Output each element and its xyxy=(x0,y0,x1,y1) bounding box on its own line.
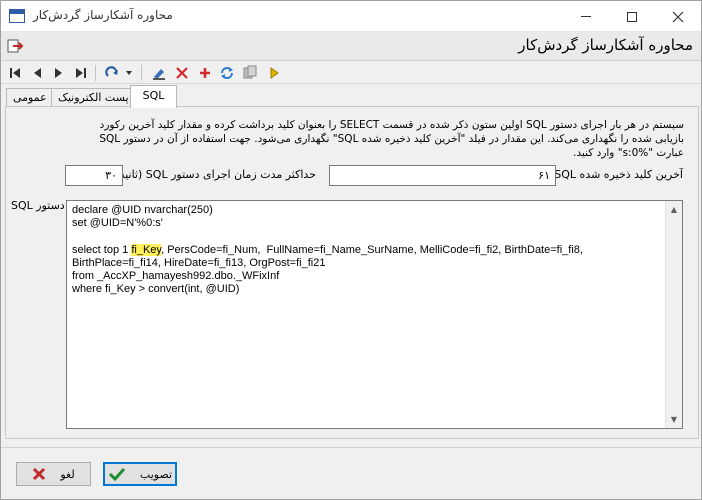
sql-line-part: , PersCode=fi_Num, FullName=fi_Name_SurN… xyxy=(161,243,583,256)
sql-tab-panel: سیستم در هر بار اجرای دستور SQL اولین ست… xyxy=(5,106,699,439)
header-title: محاوره آشکارساز گردش‌کار xyxy=(518,36,693,54)
maximize-button[interactable] xyxy=(609,1,655,32)
sql-line-part: select top 1 xyxy=(72,243,132,256)
reload-icon xyxy=(221,67,233,79)
reload-button[interactable] xyxy=(217,63,237,83)
edit-button[interactable] xyxy=(149,63,169,83)
sql-editor[interactable]: declare @UID nvarchar(250) set @UID=N'%0:… xyxy=(66,200,683,429)
run-button[interactable] xyxy=(264,63,284,83)
add-button[interactable] xyxy=(195,63,215,83)
close-button[interactable] xyxy=(655,1,701,32)
first-record-icon xyxy=(10,68,20,78)
dialog-header: محاوره آشکارساز گردش‌کار xyxy=(1,32,701,61)
dialog-window: محاوره آشکارساز گردش‌کار محاوره آشکارساز… xyxy=(0,0,702,500)
toolbar-separator xyxy=(141,65,142,81)
ok-label: تصویب xyxy=(139,467,173,481)
minimize-button[interactable] xyxy=(563,1,609,32)
next-record-button[interactable] xyxy=(49,63,69,83)
run-icon xyxy=(270,67,279,79)
refresh-dropdown-button[interactable] xyxy=(103,63,135,83)
tab-strip: عمومی پست الکترونیک SQL xyxy=(1,85,701,108)
sql-description: سیستم در هر بار اجرای دستور SQL اولین ست… xyxy=(99,119,684,159)
add-icon xyxy=(200,68,210,78)
copy-icon xyxy=(243,65,257,79)
maximize-icon xyxy=(627,11,637,22)
delete-icon xyxy=(176,67,188,79)
cancel-button[interactable]: لغو xyxy=(16,462,91,486)
last-record-button[interactable] xyxy=(71,63,91,83)
app-window-icon xyxy=(9,9,25,23)
sql-label: دستور SQL xyxy=(11,199,65,212)
max-time-input[interactable]: ۳۰ xyxy=(65,165,123,186)
sql-line: ​ xyxy=(72,230,662,243)
refresh-dropdown-icon xyxy=(105,66,132,77)
window-title: محاوره آشکارساز گردش‌کار xyxy=(33,8,173,22)
vertical-scrollbar[interactable]: ▲ ▼ xyxy=(665,201,682,428)
sql-line: declare @UID nvarchar(250) xyxy=(72,204,213,216)
sql-text[interactable]: declare @UID nvarchar(250) set @UID=N'%0:… xyxy=(72,204,662,296)
tab-email[interactable]: پست الکترونیک xyxy=(51,88,136,107)
exit-icon[interactable] xyxy=(7,39,24,53)
toolbar-separator xyxy=(95,65,96,81)
sql-line: where fi_Key > convert(int, @UID) xyxy=(72,283,240,296)
sql-line: from _AccXP_hamayesh992.dbo._WFixInf xyxy=(72,270,280,283)
cancel-label: لغو xyxy=(60,467,75,481)
ok-button[interactable]: تصویب xyxy=(103,462,177,486)
footer-divider xyxy=(1,447,701,448)
sql-line: BirthPlace=fi_fi14, HireDate=fi_fi13, Or… xyxy=(72,256,326,269)
title-bar: محاوره آشکارساز گردش‌کار xyxy=(1,1,701,32)
delete-button[interactable] xyxy=(172,63,192,83)
copy-button[interactable] xyxy=(240,63,260,83)
sql-line: set @UID=N'%0:s' xyxy=(72,217,163,230)
scroll-down-icon[interactable]: ▼ xyxy=(666,411,682,428)
scroll-up-icon[interactable]: ▲ xyxy=(666,201,682,218)
last-key-label: آخرین کلید ذخیره شده SQL xyxy=(554,168,683,181)
record-toolbar xyxy=(1,62,701,84)
tab-general[interactable]: عمومی xyxy=(6,88,54,107)
prev-record-button[interactable] xyxy=(27,63,47,83)
tab-sql[interactable]: SQL xyxy=(130,85,177,108)
check-icon xyxy=(108,467,126,481)
last-record-icon xyxy=(76,68,86,78)
sql-line: select top 1 fi_Key, PersCode=fi_Num, Fu… xyxy=(72,243,662,257)
minimize-icon xyxy=(581,16,591,17)
last-key-input[interactable]: ۶۱ xyxy=(329,165,556,186)
highlighted-key: fi_Key xyxy=(131,243,162,256)
cancel-x-icon xyxy=(33,467,46,481)
edit-icon xyxy=(153,69,165,80)
max-time-label: حداکثر مدت زمان اجرای دستور SQL (ثانیه) xyxy=(115,168,316,181)
prev-record-icon xyxy=(34,68,41,78)
next-record-icon xyxy=(55,68,62,78)
first-record-button[interactable] xyxy=(5,63,25,83)
close-icon xyxy=(672,11,684,22)
